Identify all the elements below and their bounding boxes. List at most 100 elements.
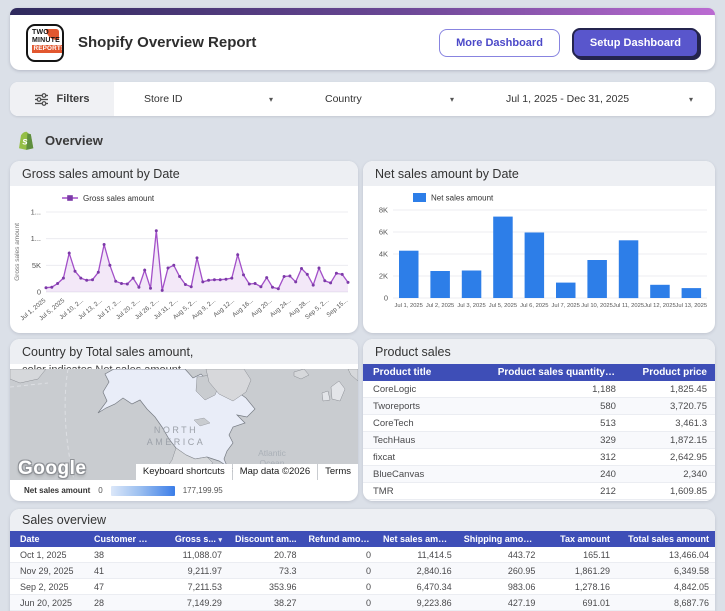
column-header[interactable]: Customer or... [88, 531, 157, 547]
table-cell: 11,088.07 [156, 547, 228, 563]
setup-dashboard-button[interactable]: Setup Dashboard [571, 27, 699, 58]
data-point [189, 285, 193, 289]
column-header[interactable]: Tax amount [541, 531, 616, 547]
logo-line-minute: MINUTE [32, 36, 61, 44]
geo-map[interactable]: NORTH AMERICA Atlantic Ocean Google Keyb… [10, 369, 358, 480]
more-dashboard-button[interactable]: More Dashboard [439, 28, 560, 57]
date-range-value: Jul 1, 2025 - Dec 31, 2025 [505, 93, 630, 105]
data-point [96, 270, 100, 274]
keyboard-shortcuts-link[interactable]: Keyboard shortcuts [135, 464, 232, 480]
column-header[interactable]: Date [10, 531, 89, 547]
table-row: Sep 2, 2025 47 7,211.53 353.96 0 6,470.34 983.… [10, 578, 715, 595]
bar[interactable] [587, 260, 607, 298]
y-tick-label: 6K [379, 228, 388, 237]
data-point [50, 285, 54, 289]
bar[interactable] [556, 282, 576, 298]
google-logo[interactable]: Google [18, 458, 86, 480]
column-header[interactable]: Net sales amount [377, 531, 458, 547]
column-header[interactable]: Product title [363, 364, 490, 381]
table-row: BlueCanvas 240 2,340 [363, 465, 715, 483]
map-color-legend: Net sales amount 0 177,199.95 [10, 480, 358, 501]
date-range-filter[interactable]: Jul 1, 2025 - Dec 31, 2025 ▾ [476, 93, 715, 105]
table-cell: 513 [489, 414, 624, 432]
x-tick-label: Jul 5, 2025 [489, 303, 517, 309]
data-point [218, 278, 222, 282]
data-point [311, 283, 315, 287]
data-point [247, 282, 251, 286]
table-cell: fixcat [363, 448, 490, 466]
legend-point-marker [67, 195, 73, 201]
data-point [288, 274, 292, 278]
table-row: Tworeports 580 3,720.75 [363, 397, 715, 415]
data-point [207, 278, 211, 282]
table-cell: TMR [363, 482, 490, 500]
net-sales-bar-chart[interactable]: 0 2K 4K 6K 8K Jul 1, 2025 Jul 2, 2025 Jul 3, 20… [363, 186, 715, 333]
bar[interactable] [681, 288, 702, 298]
bar[interactable] [493, 216, 513, 298]
y-tick-label: 5K [32, 261, 41, 270]
store-id-filter[interactable]: Store ID ▾ [114, 93, 295, 105]
bar[interactable] [650, 284, 670, 298]
y-tick-label: 1... [31, 208, 41, 217]
bar[interactable] [461, 270, 482, 299]
data-point [131, 276, 135, 280]
table-cell: 7,149.29 [156, 594, 228, 611]
column-header[interactable]: Gross s... ▾ [156, 531, 228, 547]
data-point [346, 280, 350, 284]
column-header[interactable]: Refund amount [302, 531, 378, 547]
x-tick-label: Jul 10, 2025 [581, 303, 613, 309]
column-header[interactable]: Product sales quantity (Deprecated) ▾ [489, 364, 624, 381]
table-cell: 260.95 [457, 562, 542, 579]
table-cell: 353.96 [227, 578, 303, 595]
land-scandinavia [347, 369, 358, 382]
table-row: CoreTech 513 3,461.3 [363, 414, 715, 432]
bar[interactable] [430, 271, 450, 298]
table-cell: 983.06 [457, 578, 542, 595]
product-sales-card: Product sales Product title Product sales… [363, 339, 715, 501]
table-cell: 1,861.29 [541, 562, 616, 579]
overview-section-header: s Overview [18, 131, 103, 150]
bar[interactable] [524, 232, 545, 299]
legend-gradient [110, 485, 175, 496]
data-point [340, 272, 344, 276]
dashboard: TWO MINUTE REPORTS Shopify Overview Repo… [0, 0, 725, 611]
chart-title: Gross sales amount by Date [10, 161, 358, 186]
filters-toggle[interactable]: Filters [10, 82, 114, 116]
table-cell: 2,840.16 [377, 562, 458, 579]
bar[interactable] [399, 250, 419, 298]
terms-link[interactable]: Terms [318, 464, 358, 480]
table-row: Nov 29, 2025 41 9,211.97 73.3 0 2,840.16 260.9… [10, 562, 715, 579]
data-point [294, 280, 298, 284]
data-point [91, 278, 94, 282]
table-cell: 7,211.53 [156, 578, 228, 595]
bar[interactable] [618, 240, 639, 299]
table-cell: 0 [302, 562, 378, 579]
table-cell: 3,461.3 [623, 414, 715, 432]
legend-min: 0 [98, 486, 103, 495]
column-header[interactable]: Discount am... [227, 531, 303, 547]
table-cell: 5,846.6 [623, 499, 715, 501]
logo-line-reports: REPORTS [32, 44, 62, 53]
y-tick-label: 4K [379, 250, 388, 259]
table-header-row: Date Customer or... Gross s... ▾ Discount a… [10, 531, 715, 547]
column-header[interactable]: Total sales amount [615, 531, 715, 547]
table-cell: 4,842.05 [615, 578, 715, 595]
table-cell: 9,211.97 [156, 562, 228, 579]
svg-text:s: s [22, 137, 28, 148]
map-label-north: NORTH [154, 425, 198, 435]
sales-overview-table: Date Customer or... Gross s... ▾ Discount a… [10, 531, 715, 611]
legend-swatch [413, 193, 426, 202]
column-header[interactable]: Product price [623, 364, 715, 381]
map-label-america: AMERICA [147, 437, 206, 447]
data-point [201, 280, 205, 284]
country-filter[interactable]: Country ▾ [295, 93, 476, 105]
data-point [242, 273, 245, 277]
column-header[interactable]: Shipping amount [457, 531, 542, 547]
data-point [154, 229, 158, 233]
data-point [56, 282, 60, 285]
gross-sales-line-chart[interactable]: 05K1...1...Gross sales amountJul 1, 2025… [10, 186, 358, 333]
table-cell: Twomin [363, 499, 490, 501]
data-point [300, 267, 303, 270]
land-iceland [293, 369, 310, 380]
header-gradient-bar [10, 8, 715, 15]
